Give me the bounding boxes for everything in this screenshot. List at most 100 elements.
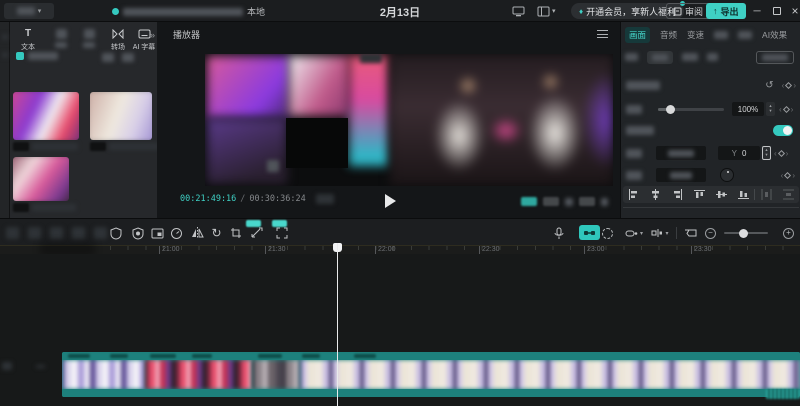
close-button[interactable]: × (786, 0, 800, 22)
audio-waveform[interactable] (766, 389, 800, 399)
matting-tool-button[interactable] (130, 226, 145, 240)
align-bottom-button[interactable] (732, 189, 754, 200)
uniform-scale-toggle[interactable] (773, 125, 793, 136)
crop-tool-button[interactable] (228, 226, 243, 240)
record-audio-button[interactable] (551, 226, 566, 240)
marker-button[interactable] (683, 226, 698, 240)
zoom-out-button[interactable]: − (703, 226, 718, 240)
fullscreen-icon[interactable] (565, 198, 573, 206)
player-view-controls[interactable] (521, 197, 608, 206)
distribute-h-button[interactable] (755, 189, 777, 200)
subtab-blurred[interactable] (625, 53, 638, 61)
tab-blurred-1[interactable] (48, 27, 74, 50)
panel-divider (623, 207, 799, 208)
quality-badge[interactable] (521, 197, 537, 206)
position-x-input[interactable] (656, 146, 706, 160)
video-clip[interactable] (62, 352, 800, 397)
category-rail[interactable] (0, 22, 10, 218)
tab-speed[interactable]: 变速 (687, 29, 704, 41)
media-thumbnail-1[interactable] (13, 92, 79, 140)
rotate-tool-button[interactable]: ↻ (209, 226, 224, 240)
rotation-input[interactable] (656, 168, 706, 182)
track-mute-icon[interactable] (36, 365, 45, 368)
pip-tool-button[interactable] (150, 226, 165, 240)
filename-blurred (32, 204, 76, 211)
layout-switcher[interactable]: ▾ (537, 4, 556, 18)
mirror-tool-button[interactable] (190, 226, 205, 240)
toolbar-icon-blurred[interactable] (50, 227, 63, 239)
quality-tool-button[interactable] (274, 226, 289, 240)
timecode-separator: / (240, 194, 245, 204)
align-top-button[interactable] (689, 189, 711, 200)
tab-ai-effects[interactable]: AI效果 (762, 29, 787, 41)
tab-audio[interactable]: 音频 (660, 29, 677, 41)
time-ruler[interactable]: 21:00 21:30 22:00 22:30 23:00 23:30 (0, 246, 800, 254)
export-button[interactable]: ↑ 导出 (706, 3, 746, 19)
keyframe-control[interactable]: ‹› (774, 149, 788, 158)
player-menu-icon[interactable] (597, 30, 608, 38)
tab-transition[interactable]: 转场 (105, 27, 131, 52)
timeline-zoom-slider[interactable] (724, 232, 768, 234)
display-mode-icon[interactable] (512, 4, 525, 18)
toolbar-icon-blurred[interactable] (72, 227, 85, 239)
preview-axis-dropdown[interactable]: ▾ (621, 226, 647, 240)
playhead-line[interactable] (337, 243, 338, 406)
media-folder-row[interactable] (16, 52, 58, 60)
tab-text[interactable]: T 文本 (15, 27, 41, 52)
ratio-badge[interactable] (543, 197, 559, 206)
track-height-dropdown[interactable]: ▾ (647, 226, 673, 240)
track-header-icon[interactable] (2, 362, 12, 370)
linkage-button[interactable] (600, 226, 615, 240)
maximize-button[interactable] (768, 0, 786, 22)
align-center-h-button[interactable] (645, 189, 667, 200)
export-icon: ↑ (713, 6, 718, 16)
keyframe-control[interactable]: ‹› (781, 171, 795, 180)
rotation-dial[interactable] (720, 168, 734, 182)
keyframe-control[interactable]: ‹› (779, 105, 793, 114)
media-thumbnail-3[interactable] (13, 157, 69, 201)
project-title: 本地 (112, 5, 265, 18)
media-thumbnail-2[interactable] (90, 92, 152, 140)
subtab-selected[interactable] (647, 51, 673, 64)
slider-handle[interactable] (739, 229, 748, 238)
preview-canvas[interactable] (205, 54, 613, 186)
position-y-input[interactable]: Y 0 (718, 146, 760, 160)
tab-blurred-2[interactable] (76, 27, 102, 50)
slider-handle[interactable] (666, 105, 675, 114)
zoom-in-button[interactable]: + (781, 226, 796, 240)
reset-icon[interactable]: ↺ (765, 80, 773, 91)
timeline-tracks[interactable] (0, 254, 800, 406)
tab-picture[interactable]: 画面 (625, 27, 650, 43)
expand-icon[interactable] (601, 198, 608, 206)
enhance-tool-button[interactable] (249, 226, 264, 240)
align-right-button[interactable] (667, 189, 689, 200)
speed-tool-button[interactable] (169, 226, 184, 240)
media-view-tools[interactable] (102, 53, 134, 62)
snap-toggle-button[interactable] (579, 225, 600, 240)
scale-value-input[interactable]: 100% (732, 102, 764, 116)
review-button[interactable]: 审阅 (666, 3, 710, 19)
toolbar-icon-blurred[interactable] (28, 227, 41, 239)
keyframe-control[interactable]: ‹› (782, 81, 796, 90)
diamond-icon: ♦ (579, 7, 583, 16)
toolbar-icon-blurred[interactable] (94, 227, 107, 239)
beautify-button[interactable] (756, 51, 794, 64)
tab-blurred-2[interactable] (738, 31, 752, 39)
subtab-blurred[interactable] (707, 53, 718, 61)
align-left-button[interactable] (623, 189, 645, 200)
play-button[interactable] (385, 194, 396, 208)
subtab-blurred[interactable] (682, 53, 698, 61)
scale-slider[interactable] (658, 108, 724, 111)
minimize-button[interactable]: ─ (748, 0, 766, 22)
position-y-stepper[interactable]: ▴▾ (762, 146, 771, 160)
scale-stepper[interactable]: ▴▾ (766, 102, 775, 116)
tab-blurred-1[interactable] (714, 31, 728, 39)
align-center-v-button[interactable] (711, 189, 733, 200)
ruler-label: 21:00 (159, 246, 180, 254)
distribute-v-button[interactable] (777, 189, 799, 200)
toolbar-icon-blurred[interactable] (6, 227, 19, 239)
menu-button[interactable]: ▾ (4, 3, 54, 19)
scale-badge[interactable] (579, 197, 595, 206)
expand-panel-icon[interactable]: » (150, 30, 155, 40)
mask-tool-button[interactable] (108, 226, 123, 240)
